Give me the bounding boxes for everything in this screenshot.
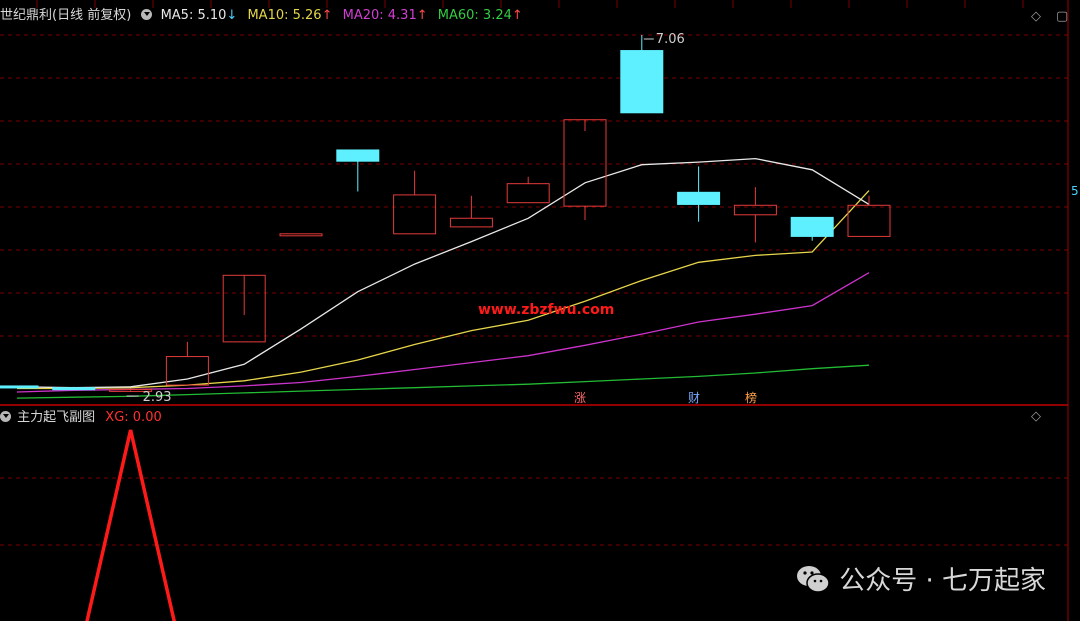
event-tag-bang-text: 榜 [745, 391, 758, 405]
indicator-menu-icon[interactable] [141, 9, 153, 20]
diamond-icon[interactable]: ◇ [1031, 10, 1041, 24]
ma20-label: MA20: 4.31 [342, 8, 417, 23]
sub-panel-title[interactable]: 主力起飞副图 [17, 410, 95, 425]
wechat-icon [797, 565, 830, 593]
candle-body-7 [393, 194, 437, 235]
candle-body-9 [506, 183, 550, 204]
candle-body-8 [449, 217, 493, 228]
stock-title[interactable]: 世纪鼎利(日线 前复权) [0, 8, 131, 23]
ma5-label: MA5: 5.10 [160, 8, 227, 23]
xg-signal-line [85, 429, 176, 621]
high-price-label: 7.06 [656, 32, 685, 47]
ma60-label: MA60: 3.24 [437, 8, 512, 23]
maximize-icon[interactable]: ▢ [1056, 10, 1068, 24]
watermark-url: www.zbzfwu.com [478, 302, 615, 318]
ma60-arrow: ↑ [511, 8, 523, 23]
event-tag-zhang[interactable]: 涨 [574, 391, 586, 405]
candle-body-15 [847, 204, 891, 237]
candle-body-0 [0, 385, 39, 389]
candle-body-11 [620, 50, 664, 114]
sub-diamond-icon[interactable]: ◇ [1031, 410, 1041, 424]
ma5-arrow: ↓ [226, 8, 238, 23]
event-tag-zhang-text: 涨 [574, 391, 587, 405]
event-tag-cai[interactable]: 财 [688, 391, 700, 405]
candle-body-1 [52, 387, 96, 391]
wechat-caption-text: 公众号 · 七万起家 [839, 566, 1046, 596]
ma5-line [16, 157, 870, 389]
ma10-label: MA10: 5.26 [247, 8, 322, 23]
candle-body-12 [677, 191, 721, 205]
ma20-arrow: ↑ [416, 8, 428, 23]
xg-label: XG: 0.00 [105, 410, 162, 425]
candle-body-14 [790, 216, 834, 237]
ma10-line [17, 190, 870, 390]
sub-panel-header: 主力起飞副图 XG: 0.00 [0, 410, 162, 426]
main-panel-header: 世纪鼎利(日线 前复权) MA5: 5.10↓ MA10: 5.26↑ MA20… [0, 8, 523, 24]
low-price-label: 2.93 [143, 390, 172, 405]
ma10-arrow: ↑ [321, 8, 333, 23]
event-tag-cai-text: 财 [688, 391, 701, 405]
right-price-label: 5 [1071, 184, 1079, 198]
sub-indicator-menu-icon[interactable] [0, 411, 11, 422]
event-tag-bang[interactable]: 榜 [745, 391, 757, 405]
wechat-caption: 公众号 · 七万起家 [795, 560, 1046, 597]
candle-body-10 [563, 119, 607, 207]
candle-body-6 [336, 149, 380, 162]
candle-body-5 [279, 233, 323, 237]
